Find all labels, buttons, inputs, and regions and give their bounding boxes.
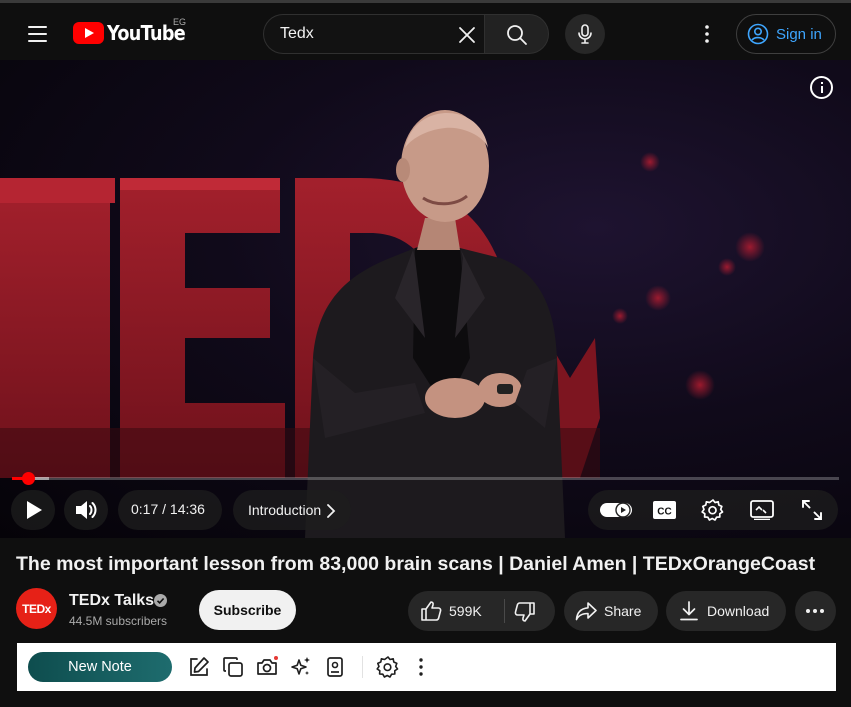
info-icon[interactable] (810, 76, 833, 99)
chapter-title[interactable]: Introduction (248, 502, 321, 518)
search-button[interactable] (484, 14, 549, 54)
stage-light (735, 232, 765, 262)
svg-text:CC: CC (657, 507, 671, 518)
play-button[interactable] (11, 490, 55, 530)
thumbs-up-icon (420, 600, 442, 622)
like-dislike-group: 599K (408, 591, 555, 631)
more-actions-button[interactable] (795, 591, 836, 631)
subscribe-button[interactable]: Subscribe (199, 590, 296, 630)
share-button[interactable]: Share (564, 591, 658, 631)
edit-icon[interactable] (187, 655, 211, 679)
channel-name[interactable]: TEDx Talks (69, 592, 154, 610)
youtube-play-logo-icon (73, 22, 104, 44)
channel-avatar[interactable]: TEDx (16, 588, 57, 629)
miniplayer-icon[interactable] (750, 500, 774, 520)
closed-captions-icon[interactable]: CC (653, 501, 676, 519)
gear-icon[interactable] (701, 498, 725, 522)
thumbs-down-icon (514, 601, 536, 623)
youtube-logo[interactable]: YouTube EG (73, 17, 196, 45)
sign-in-label: Sign in (776, 25, 822, 43)
sparkle-icon[interactable] (289, 655, 313, 679)
progress-bar[interactable] (12, 472, 839, 485)
menu-icon[interactable] (22, 19, 52, 49)
logo-country-code: EG (173, 17, 187, 27)
new-note-button[interactable]: New Note (28, 652, 172, 682)
download-button[interactable]: Download (666, 591, 786, 631)
like-count: 599K (449, 603, 482, 619)
microphone-icon (573, 22, 597, 46)
camera-icon[interactable] (255, 655, 279, 679)
contact-card-icon[interactable] (323, 655, 347, 679)
more-vertical-icon[interactable] (409, 655, 433, 679)
sign-in-button[interactable]: Sign in (736, 14, 836, 54)
search-input[interactable] (280, 23, 440, 45)
toolbar-divider (362, 656, 363, 678)
more-vertical-icon[interactable] (695, 19, 719, 49)
share-label: Share (604, 603, 642, 619)
time-readout: 0:17 / 14:36 (131, 501, 205, 517)
more-horizontal-icon (804, 607, 826, 615)
gear-icon[interactable] (376, 655, 400, 679)
like-button[interactable]: 599K (408, 591, 504, 631)
mute-button[interactable] (64, 490, 108, 530)
copy-icon[interactable] (221, 655, 245, 679)
share-icon (575, 600, 597, 622)
volume-icon (74, 499, 98, 521)
video-player[interactable]: 0:17 / 14:36 Introduction CC (0, 60, 851, 538)
video-title: The most important lesson from 83,000 br… (16, 553, 816, 575)
download-label: Download (707, 603, 770, 619)
search-icon (505, 23, 529, 47)
chevron-right-icon (326, 504, 336, 518)
clear-search-icon[interactable] (456, 24, 478, 46)
masthead: YouTube EG Sign in (0, 0, 851, 60)
fullscreen-icon[interactable] (801, 499, 823, 521)
search-box (263, 14, 485, 54)
autoplay-toggle[interactable] (600, 501, 632, 519)
note-toolbar: New Note (17, 643, 836, 691)
verified-check-icon (154, 594, 167, 607)
play-icon (24, 500, 44, 520)
dislike-button[interactable] (505, 591, 555, 631)
stage-light (645, 285, 671, 311)
progress-scrubber-handle[interactable] (22, 472, 35, 485)
voice-search-button[interactable] (565, 14, 605, 54)
speaker-figure (305, 110, 565, 538)
channel-avatar-text: TEDx (22, 601, 51, 616)
account-circle-icon (747, 23, 769, 45)
subscriber-count: 44.5M subscribers (69, 614, 168, 628)
stage-light (612, 308, 628, 324)
stage-light (718, 258, 736, 276)
download-icon (678, 600, 700, 622)
stage-light (640, 152, 660, 172)
stage-light (685, 370, 715, 400)
